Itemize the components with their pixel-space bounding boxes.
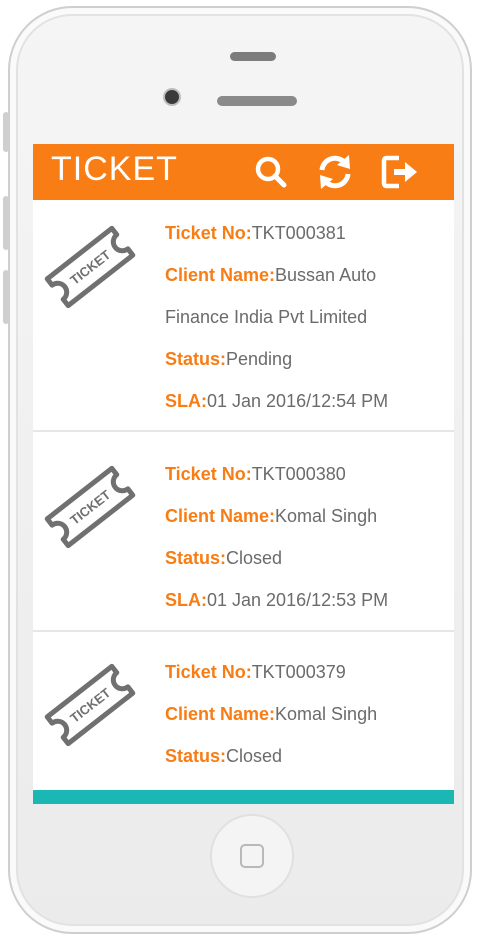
front-camera xyxy=(163,88,181,106)
status-row: Status:Pending xyxy=(165,338,445,380)
ticket-number-value: TKT000379 xyxy=(251,662,346,682)
home-square-icon xyxy=(240,844,264,868)
client-name-label: Client Name: xyxy=(165,265,276,285)
client-name-label: Client Name: xyxy=(165,704,276,724)
status-label: Status: xyxy=(165,349,227,369)
home-button[interactable] xyxy=(210,814,294,898)
ticket-number-row: Ticket No:TKT000381 xyxy=(165,212,445,254)
refresh-button[interactable] xyxy=(313,150,357,194)
status-value: Closed xyxy=(226,746,283,766)
sla-row: SLA:01 Jan 2016/12:53 PM xyxy=(165,579,445,621)
status-label: Status: xyxy=(165,548,227,568)
ticket-card[interactable]: TICKET Ticket No:TKT000380 Client Name:K… xyxy=(33,432,454,632)
client-name-value: Komal Singh xyxy=(275,704,378,724)
ticket-details: Ticket No:TKT000381 Client Name:Bussan A… xyxy=(165,212,445,422)
ticket-details: Ticket No:TKT000379 Client Name:Komal Si… xyxy=(165,651,445,777)
status-row: Status:Closed xyxy=(165,735,445,777)
client-name-row: Client Name:Bussan Auto xyxy=(165,254,445,296)
ticket-icon: TICKET xyxy=(44,465,136,549)
client-name-continued: Finance India Pvt Limited xyxy=(165,307,368,327)
search-button[interactable] xyxy=(249,150,293,194)
status-label: Status: xyxy=(165,746,227,766)
ticket-number-row: Ticket No:TKT000379 xyxy=(165,651,445,693)
app-bar: TICKET xyxy=(33,144,454,200)
sla-label: SLA: xyxy=(165,590,207,610)
client-name-row: Client Name:Komal Singh xyxy=(165,495,445,537)
client-name-row: Client Name:Komal Singh xyxy=(165,693,445,735)
ticket-icon: TICKET xyxy=(44,663,136,747)
ticket-list: TICKET Ticket No:TKT000381 Client Name:B… xyxy=(33,200,454,796)
volume-up-button xyxy=(3,196,9,250)
speaker-slot xyxy=(230,52,276,61)
sla-label: SLA: xyxy=(165,391,207,411)
ticket-number-label: Ticket No: xyxy=(165,662,252,682)
ticket-number-value: TKT000380 xyxy=(251,464,346,484)
ticket-card[interactable]: TICKET Ticket No:TKT000379 Client Name:K… xyxy=(33,632,454,796)
ticket-number-row: Ticket No:TKT000380 xyxy=(165,453,445,495)
client-name-value: Bussan Auto xyxy=(275,265,377,285)
ticket-card[interactable]: TICKET Ticket No:TKT000381 Client Name:B… xyxy=(33,200,454,432)
mute-switch xyxy=(3,112,9,152)
bottom-accent-bar xyxy=(33,790,454,804)
ticket-icon-label: TICKET xyxy=(67,247,113,288)
app-screen: TICKET TICKET Ticket No:TKT000381 Client… xyxy=(33,144,454,804)
earpiece xyxy=(217,96,297,106)
sla-value: 01 Jan 2016/12:53 PM xyxy=(207,590,389,610)
sla-value: 01 Jan 2016/12:54 PM xyxy=(207,391,389,411)
ticket-icon-label: TICKET xyxy=(67,685,113,726)
search-icon xyxy=(255,156,287,188)
page-title: TICKET xyxy=(51,150,178,188)
ticket-number-label: Ticket No: xyxy=(165,464,252,484)
ticket-number-value: TKT000381 xyxy=(251,223,346,243)
refresh-icon xyxy=(319,155,351,189)
volume-down-button xyxy=(3,270,9,324)
logout-icon xyxy=(381,155,417,189)
ticket-number-label: Ticket No: xyxy=(165,223,252,243)
logout-button[interactable] xyxy=(377,150,421,194)
client-name-label: Client Name: xyxy=(165,506,276,526)
sla-row: SLA:01 Jan 2016/12:54 PM xyxy=(165,380,445,422)
status-value: Closed xyxy=(226,548,283,568)
status-row: Status:Closed xyxy=(165,537,445,579)
client-name-value: Komal Singh xyxy=(275,506,378,526)
status-value: Pending xyxy=(226,349,293,369)
ticket-details: Ticket No:TKT000380 Client Name:Komal Si… xyxy=(165,453,445,621)
ticket-icon-label: TICKET xyxy=(67,487,113,528)
ticket-icon: TICKET xyxy=(44,225,136,309)
